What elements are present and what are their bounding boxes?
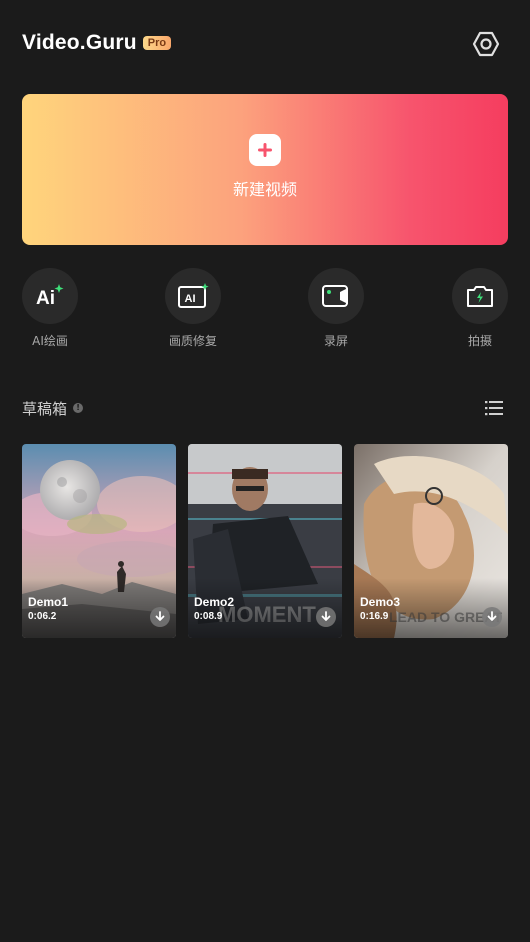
draft-duration: 0:06.2 [28, 611, 57, 622]
tool-label: 拍摄 [467, 334, 492, 348]
svg-text:Ai: Ai [36, 288, 55, 309]
drafts-header: 草稿箱 ! [22, 396, 508, 420]
drafts-grid: Demo1 0:06.2 MOMENT Demo2 0:08.9 [22, 444, 508, 638]
drafts-title: 草稿箱 [22, 399, 68, 418]
tool-ai-painting[interactable]: Ai AI绘画 [5, 268, 95, 349]
draft-duration: 0:08.9 [194, 611, 223, 622]
list-view-button[interactable] [484, 398, 504, 418]
draft-card[interactable]: MOMENT Demo2 0:08.9 [188, 444, 342, 638]
new-video-button[interactable]: 新建视频 [22, 94, 508, 245]
camera-icon [452, 268, 508, 324]
tool-label: 画质修复 [168, 334, 217, 348]
list-view-icon [485, 401, 503, 416]
pro-badge[interactable]: Pro [142, 36, 172, 50]
draft-duration: 0:16.9 [360, 611, 389, 622]
download-arrow-icon [487, 611, 497, 621]
download-arrow-icon [321, 611, 331, 621]
draft-card[interactable]: LEAD TO GREAT Demo3 0:16.9 [354, 444, 508, 638]
download-arrow-icon [155, 611, 165, 621]
download-button[interactable] [482, 607, 502, 627]
draft-name: Demo3 [360, 595, 401, 609]
download-button[interactable] [316, 607, 336, 627]
tool-row: Ai AI绘画 AI 画质修复 录屏 拍摄 [0, 268, 530, 358]
ai-enhance-icon: AI [165, 268, 221, 324]
tool-quality-repair[interactable]: AI 画质修复 [148, 268, 238, 349]
draft-name: Demo1 [28, 595, 69, 609]
settings-button[interactable] [472, 30, 500, 58]
tool-screen-record[interactable]: 录屏 [291, 268, 381, 349]
gear-hexagon-icon [472, 31, 500, 57]
tool-label: 录屏 [323, 334, 348, 348]
svg-text:AI: AI [185, 293, 196, 305]
draft-card[interactable]: Demo1 0:06.2 [22, 444, 176, 638]
download-button[interactable] [150, 607, 170, 627]
draft-name: Demo2 [194, 595, 235, 609]
ai-sparkle-icon: Ai [22, 268, 78, 324]
logo-text: Video.Guru [22, 31, 137, 54]
tool-camera[interactable]: 拍摄 [435, 268, 525, 349]
info-icon[interactable]: ! [73, 403, 84, 413]
tool-label: AI绘画 [32, 334, 68, 348]
app-logo: Video.Guru Pro [22, 31, 172, 55]
top-header: Video.Guru Pro [0, 0, 530, 90]
screen-record-icon [308, 268, 364, 324]
plus-icon [249, 133, 281, 166]
new-video-label: 新建视频 [232, 179, 297, 199]
